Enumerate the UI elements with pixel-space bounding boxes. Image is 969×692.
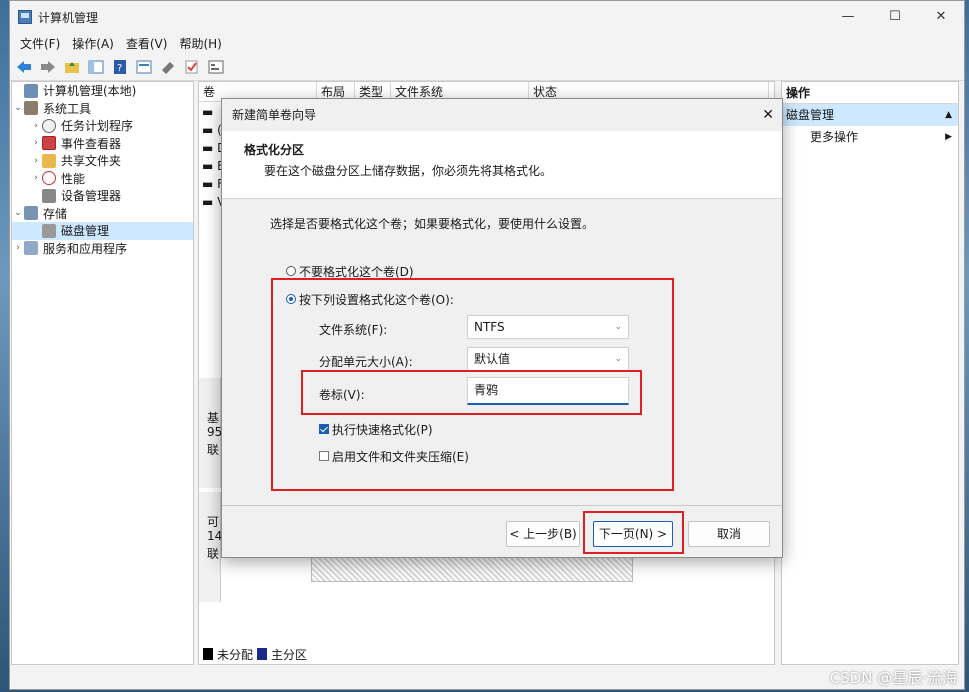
title-bar: 计算机管理 — ☐ ✕ (10, 1, 964, 33)
connect-icon[interactable] (158, 57, 178, 77)
tree-label: 存储 (43, 206, 68, 221)
dialog-separator (222, 505, 782, 506)
unallocated-partition-block[interactable] (311, 556, 633, 582)
services-icon (24, 241, 38, 256)
tools-icon (24, 101, 38, 116)
computer-management-icon (18, 10, 32, 24)
volume-row[interactable]: ▬ (202, 105, 213, 119)
maximize-button[interactable]: ☐ (872, 1, 918, 33)
storage-icon (24, 206, 38, 221)
tree-label: 设备管理器 (61, 189, 122, 204)
properties-icon[interactable] (134, 57, 154, 77)
volume-row[interactable]: ▬ ( (202, 123, 222, 137)
dialog-title: 新建简单卷向导 (232, 108, 317, 122)
check-icon[interactable] (182, 57, 202, 77)
shared-folder-icon (42, 153, 56, 168)
dialog-title-bar: 新建简单卷向导 ✕ (222, 99, 782, 131)
actions-pane: 操作 磁盘管理 ▲ 更多操作 ▶ (781, 81, 959, 665)
chevron-down-icon[interactable]: ⌄ (12, 208, 24, 218)
actions-header: 操作 (782, 82, 958, 104)
chevron-right-icon[interactable]: › (30, 121, 42, 131)
tree-item-task-scheduler[interactable]: › 任务计划程序 (12, 117, 193, 135)
tree-label: 系统工具 (43, 101, 92, 116)
actions-disk-management[interactable]: 磁盘管理 ▲ (782, 104, 958, 126)
legend: 未分配 主分区 (203, 645, 307, 663)
tree-item-device-manager[interactable]: 设备管理器 (12, 187, 193, 205)
tree-label: 事件查看器 (61, 136, 122, 151)
back-arrow-icon[interactable] (14, 57, 34, 77)
tree-label: 计算机管理(本地) (43, 84, 137, 99)
menu-view[interactable]: 查看(V) (120, 35, 174, 52)
disk-1-size: 14 (207, 529, 223, 543)
dialog-subheading: 要在这个磁盘分区上储存数据，你必须先将其格式化。 (264, 164, 553, 178)
primary-swatch (257, 648, 268, 660)
disk-0-type: 基 (207, 411, 220, 425)
show-hide-tree-icon[interactable] (86, 57, 106, 77)
chevron-right-icon: ▶ (945, 132, 952, 142)
tree-item-performance[interactable]: › 性能 (12, 170, 193, 188)
tree-label: 性能 (61, 171, 86, 186)
computer-icon (24, 83, 38, 98)
unallocated-swatch (203, 648, 213, 660)
legend-unallocated: 未分配 (217, 647, 254, 662)
navigation-tree: 计算机管理(本地) ⌄ 系统工具 › 任务计划程序 › 事件查看器 › 共享文件夹 › 性… (11, 81, 194, 665)
collapse-up-icon[interactable]: ▲ (945, 104, 952, 126)
chevron-right-icon[interactable]: › (30, 156, 42, 166)
menu-file[interactable]: 文件(F) (14, 35, 66, 52)
actions-selected-label: 磁盘管理 (786, 108, 835, 122)
minimize-button[interactable]: — (825, 1, 871, 33)
device-manager-icon (42, 188, 56, 203)
chevron-right-icon[interactable]: › (12, 243, 24, 253)
menu-bar: 文件(F) 操作(A) 查看(V) 帮助(H) (10, 33, 964, 53)
tree-label: 共享文件夹 (61, 154, 122, 169)
close-button[interactable]: ✕ (918, 1, 964, 33)
actions-more[interactable]: 更多操作 ▶ (782, 126, 958, 148)
tree-item-system-tools[interactable]: ⌄ 系统工具 (12, 100, 193, 118)
disk-0-size: 95 (207, 425, 223, 439)
tree-item-root[interactable]: 计算机管理(本地) (12, 82, 193, 100)
tree-item-storage[interactable]: ⌄ 存储 (12, 205, 193, 223)
disk-0-status: 联 (207, 443, 220, 457)
svg-text:?: ? (117, 63, 122, 74)
chevron-right-icon[interactable]: › (30, 173, 42, 183)
toolbar: ? (10, 53, 964, 81)
tree-label: 服务和应用程序 (43, 241, 128, 256)
dialog-close-icon[interactable]: ✕ (762, 99, 774, 131)
format-question: 选择是否要格式化这个卷；如果要格式化，要使用什么设置。 (270, 217, 595, 231)
forward-arrow-icon[interactable] (38, 57, 58, 77)
dialog-heading: 格式化分区 (244, 143, 305, 157)
dialog-header: 格式化分区 要在这个磁盘分区上储存数据，你必须先将其格式化。 (222, 131, 782, 199)
next-button-highlight (583, 511, 684, 554)
tree-item-services[interactable]: › 服务和应用程序 (12, 240, 193, 258)
menu-help[interactable]: 帮助(H) (173, 35, 227, 52)
disk-1-status: 联 (207, 547, 220, 561)
tree-item-event-viewer[interactable]: › 事件查看器 (12, 135, 193, 153)
clock-icon (42, 118, 56, 133)
tree-label: 磁盘管理 (61, 224, 110, 239)
event-log-icon (42, 136, 56, 151)
tree-item-shared-folders[interactable]: › 共享文件夹 (12, 152, 193, 170)
no-format-radio[interactable] (286, 266, 296, 276)
back-button[interactable]: < 上一步(B) (506, 521, 580, 547)
disk-icon (42, 223, 56, 238)
performance-icon (42, 171, 56, 186)
tree-item-disk-management[interactable]: 磁盘管理 (12, 222, 193, 240)
watermark: CSDN @星辰·流海 (829, 669, 957, 687)
legend-primary: 主分区 (271, 647, 308, 662)
chevron-down-icon[interactable]: ⌄ (12, 103, 24, 113)
actions-more-label: 更多操作 (810, 130, 859, 144)
window-title: 计算机管理 (38, 10, 99, 25)
chevron-right-icon[interactable]: › (30, 138, 42, 148)
up-folder-icon[interactable] (62, 57, 82, 77)
menu-action[interactable]: 操作(A) (66, 35, 120, 52)
disk-1-type: 可 (207, 515, 220, 529)
help-icon[interactable]: ? (110, 57, 130, 77)
tree-label: 任务计划程序 (61, 119, 134, 134)
cancel-button[interactable]: 取消 (688, 521, 770, 547)
settings-panel-icon[interactable] (206, 57, 226, 77)
volume-label-highlight (301, 370, 642, 415)
